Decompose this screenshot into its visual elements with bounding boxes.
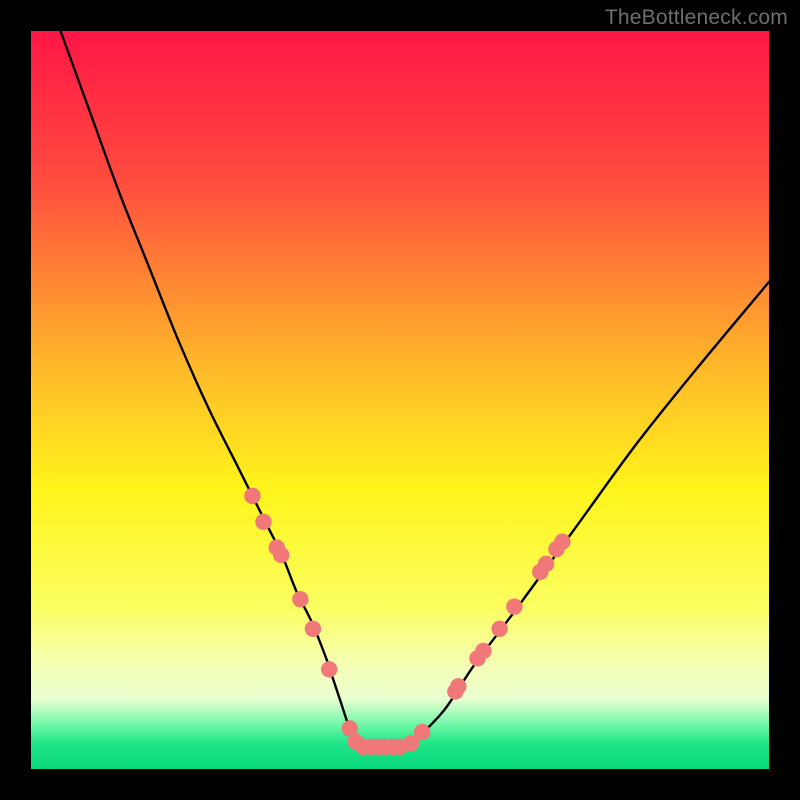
data-dot	[292, 591, 308, 607]
data-dot	[305, 621, 321, 637]
watermark-text: TheBottleneck.com	[605, 6, 788, 30]
data-dot	[506, 598, 522, 614]
data-dot	[475, 643, 491, 659]
data-dot	[538, 556, 554, 572]
data-dot	[321, 661, 337, 677]
plot-area	[31, 31, 769, 769]
gradient-background	[31, 31, 769, 769]
chart-frame: TheBottleneck.com	[0, 0, 800, 800]
bottleneck-chart	[31, 31, 769, 769]
data-dot	[255, 514, 271, 530]
data-dot	[450, 678, 466, 694]
data-dot	[491, 621, 507, 637]
data-dot	[273, 547, 289, 563]
data-dot	[414, 724, 430, 740]
data-dot	[554, 534, 570, 550]
data-dot	[244, 488, 260, 504]
